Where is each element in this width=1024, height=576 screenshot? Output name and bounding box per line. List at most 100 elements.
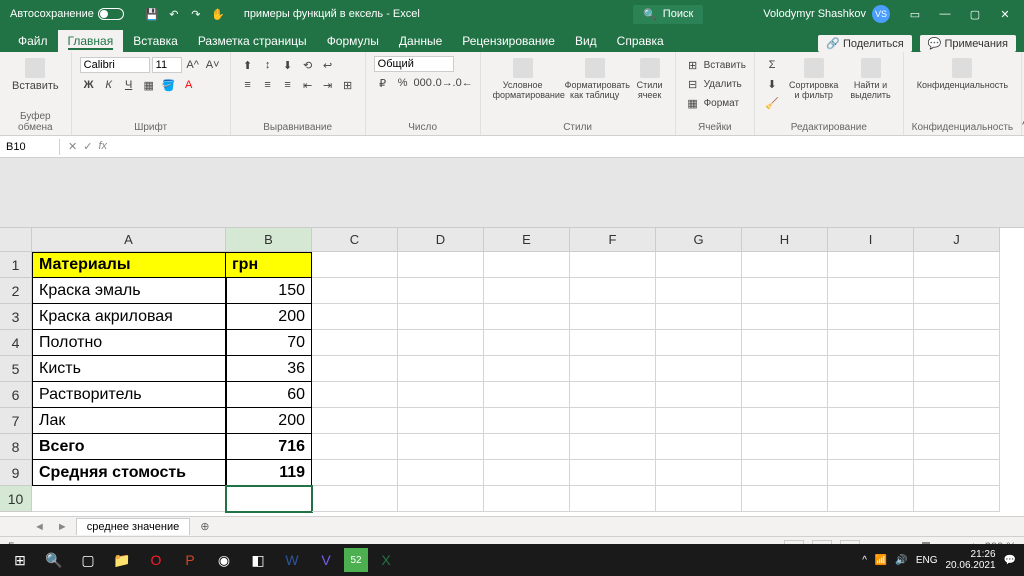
- cell[interactable]: [828, 460, 914, 486]
- opera-icon[interactable]: O: [140, 546, 172, 574]
- col-header[interactable]: I: [828, 228, 914, 252]
- comma-icon[interactable]: 000: [414, 74, 432, 92]
- cell[interactable]: Полотно: [32, 330, 226, 356]
- cell[interactable]: [914, 330, 1000, 356]
- cell[interactable]: [570, 356, 656, 382]
- autosave-toggle[interactable]: Автосохранение: [4, 8, 130, 20]
- cell[interactable]: [484, 304, 570, 330]
- formula-bar[interactable]: [115, 145, 1024, 149]
- cell[interactable]: [398, 382, 484, 408]
- cell[interactable]: 150: [226, 278, 312, 304]
- cell[interactable]: [828, 382, 914, 408]
- col-header[interactable]: F: [570, 228, 656, 252]
- sheet-nav-prev-icon[interactable]: ◄: [30, 521, 49, 533]
- cell[interactable]: [398, 278, 484, 304]
- touch-icon[interactable]: ✋: [210, 6, 226, 22]
- indent-dec-icon[interactable]: ⇤: [299, 76, 317, 94]
- increase-font-icon[interactable]: A^: [184, 56, 202, 74]
- align-left-icon[interactable]: ≡: [239, 76, 257, 94]
- dec-decimal-icon[interactable]: .0←: [454, 74, 472, 92]
- tab-review[interactable]: Рецензирование: [452, 30, 565, 52]
- cell[interactable]: [398, 356, 484, 382]
- bold-button[interactable]: Ж: [80, 76, 98, 94]
- cell[interactable]: Кисть: [32, 356, 226, 382]
- italic-button[interactable]: К: [100, 76, 118, 94]
- word-icon[interactable]: W: [276, 546, 308, 574]
- align-right-icon[interactable]: ≡: [279, 76, 297, 94]
- sheet-nav-next-icon[interactable]: ►: [53, 521, 72, 533]
- underline-button[interactable]: Ч: [120, 76, 138, 94]
- cell[interactable]: [914, 486, 1000, 512]
- cell[interactable]: [656, 252, 742, 278]
- cell[interactable]: [914, 252, 1000, 278]
- fill-icon[interactable]: ⬇: [763, 75, 781, 93]
- cell[interactable]: [742, 356, 828, 382]
- cell[interactable]: [742, 304, 828, 330]
- cell[interactable]: 60: [226, 382, 312, 408]
- fx-icon[interactable]: fx: [98, 140, 107, 153]
- cell[interactable]: [312, 382, 398, 408]
- cell[interactable]: 70: [226, 330, 312, 356]
- cell[interactable]: [828, 434, 914, 460]
- cell[interactable]: 716: [226, 434, 312, 460]
- cell[interactable]: 36: [226, 356, 312, 382]
- decrease-font-icon[interactable]: A˅: [204, 56, 222, 74]
- cell[interactable]: [484, 486, 570, 512]
- cell[interactable]: [914, 408, 1000, 434]
- row-header[interactable]: 4: [0, 330, 32, 356]
- cell[interactable]: [484, 252, 570, 278]
- cell[interactable]: [828, 304, 914, 330]
- align-top-icon[interactable]: ⬆: [239, 56, 257, 74]
- cell[interactable]: 119: [226, 460, 312, 486]
- col-header[interactable]: B: [226, 228, 312, 252]
- inc-decimal-icon[interactable]: .0→: [434, 74, 452, 92]
- row-header[interactable]: 8: [0, 434, 32, 460]
- cell[interactable]: [312, 304, 398, 330]
- row-header[interactable]: 2: [0, 278, 32, 304]
- cell[interactable]: Краска акриловая: [32, 304, 226, 330]
- clear-icon[interactable]: 🧹: [763, 94, 781, 112]
- cell[interactable]: [484, 382, 570, 408]
- cell[interactable]: [914, 434, 1000, 460]
- cell[interactable]: [570, 278, 656, 304]
- wrap-text-icon[interactable]: ↩: [319, 56, 337, 74]
- align-bottom-icon[interactable]: ⬇: [279, 56, 297, 74]
- tab-file[interactable]: Файл: [8, 30, 58, 52]
- cell[interactable]: [484, 330, 570, 356]
- taskview-icon[interactable]: ▢: [72, 546, 104, 574]
- cell[interactable]: [570, 460, 656, 486]
- undo-icon[interactable]: ↶: [166, 6, 182, 22]
- cell[interactable]: [656, 486, 742, 512]
- align-center-icon[interactable]: ≡: [259, 76, 277, 94]
- col-header[interactable]: H: [742, 228, 828, 252]
- redo-icon[interactable]: ↷: [188, 6, 204, 22]
- explorer-icon[interactable]: 📁: [106, 546, 138, 574]
- save-icon[interactable]: 💾: [144, 6, 160, 22]
- cell[interactable]: [484, 408, 570, 434]
- cell[interactable]: [914, 278, 1000, 304]
- cell[interactable]: 200: [226, 408, 312, 434]
- row-header[interactable]: 1: [0, 252, 32, 278]
- cell[interactable]: [570, 382, 656, 408]
- cell[interactable]: Краска эмаль: [32, 278, 226, 304]
- cell[interactable]: [656, 408, 742, 434]
- cell[interactable]: [312, 278, 398, 304]
- percent-icon[interactable]: %: [394, 74, 412, 92]
- cell[interactable]: [914, 304, 1000, 330]
- cell[interactable]: [828, 278, 914, 304]
- cell[interactable]: [570, 408, 656, 434]
- cell[interactable]: [484, 460, 570, 486]
- cell[interactable]: [656, 460, 742, 486]
- powerpoint-icon[interactable]: P: [174, 546, 206, 574]
- add-sheet-button[interactable]: ⊕: [194, 520, 215, 533]
- cell[interactable]: [828, 252, 914, 278]
- cell[interactable]: [570, 252, 656, 278]
- cell[interactable]: [570, 486, 656, 512]
- format-cells-button[interactable]: ▦Формат: [684, 94, 746, 112]
- cell[interactable]: [656, 330, 742, 356]
- cell[interactable]: [398, 486, 484, 512]
- cell[interactable]: [742, 486, 828, 512]
- col-header[interactable]: D: [398, 228, 484, 252]
- cell[interactable]: [742, 434, 828, 460]
- autosum-icon[interactable]: Σ: [763, 56, 781, 74]
